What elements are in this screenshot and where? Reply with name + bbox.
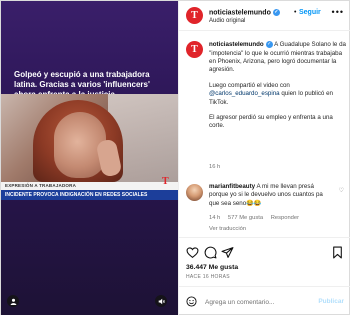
comment-translation-link[interactable]: Ver traducción (209, 226, 246, 232)
separator-dot: • (294, 9, 297, 16)
comment-username[interactable]: marianfitbeauty (209, 183, 255, 190)
more-options-icon[interactable]: ••• (332, 7, 344, 17)
caption-username[interactable]: noticiastelemundo (209, 41, 264, 48)
user-icon (10, 298, 16, 305)
like-heart-icon[interactable] (186, 246, 199, 259)
post-actions: 36.447 Me gusta HACE 16 HORAS Publicar (179, 237, 350, 315)
comment-likes[interactable]: 577 Me gusta (228, 215, 263, 221)
comment-time[interactable]: 14 h (209, 215, 220, 221)
post-header: T noticiastelemundo ✓ • Seguir Audio orig… (179, 1, 350, 31)
mute-icon (158, 298, 165, 304)
likes-count[interactable]: 36.447 Me gusta (186, 264, 238, 271)
post-media-video[interactable]: Golpeó y escupió a una trabajadora latin… (1, 1, 178, 315)
post-details-panel: T noticiastelemundo ✓ • Seguir Audio orig… (178, 1, 350, 315)
caption-time[interactable]: 16 h (209, 164, 220, 170)
comment-meta: 14 h 577 Me gusta Responder (209, 215, 305, 221)
verified-badge-icon: ✓ (272, 9, 280, 16)
comment-avatar[interactable] (186, 184, 203, 201)
caption-para2-before: Luego compartió el video con (209, 81, 290, 89)
audio-label[interactable]: Audio original (209, 18, 245, 24)
instagram-post-modal: Golpeó y escupió a una trabajadora latin… (0, 0, 350, 315)
chyron-small-text: EXPRESIÓN A TRABAJADORA (5, 183, 77, 188)
video-frame-photo (1, 94, 178, 182)
verified-badge-icon: ✓ (265, 41, 273, 48)
comment-item: marianfitbeauty A mi me llevan presá por… (209, 183, 334, 208)
account-username[interactable]: noticiastelemundo ✓ (209, 9, 280, 16)
telemundo-logo: T (162, 176, 169, 187)
chyron-main-text: INCIDENTE PROVOCA INDIGNACIÓN EN REDES S… (5, 192, 148, 198)
bookmark-save-icon[interactable] (331, 246, 344, 259)
chyron-main: INCIDENTE PROVOCA INDIGNACIÓN EN REDES S… (1, 190, 178, 200)
share-paper-plane-icon[interactable] (221, 246, 234, 259)
account-avatar[interactable]: T (186, 7, 203, 24)
follow-button[interactable]: Seguir (299, 9, 321, 16)
post-time-ago[interactable]: HACE 16 HORAS (186, 274, 230, 280)
emoji-smile-icon[interactable] (186, 296, 197, 307)
comments-scroll-area[interactable]: T noticiastelemundo ✓ A Guadalupe Solano … (179, 32, 350, 237)
publish-button[interactable]: Publicar (318, 298, 344, 305)
comment-input[interactable] (205, 296, 315, 308)
caption-mention[interactable]: @carlos_eduardo_espina (209, 90, 280, 97)
mute-button[interactable] (155, 295, 167, 307)
comment-compose-bar: Publicar (179, 286, 350, 315)
comment-reply-button[interactable]: Responder (271, 215, 299, 221)
post-caption: noticiastelemundo ✓ A Guadalupe Solano le… (209, 41, 347, 131)
caption-para3: El agresor perdió su empleo y enfrenta a… (209, 113, 333, 130)
comment-like-icon[interactable]: ♡ (339, 187, 344, 194)
caption-avatar[interactable]: T (186, 41, 203, 58)
tagged-users-button[interactable] (7, 295, 19, 307)
comment-bubble-icon[interactable] (204, 246, 217, 259)
